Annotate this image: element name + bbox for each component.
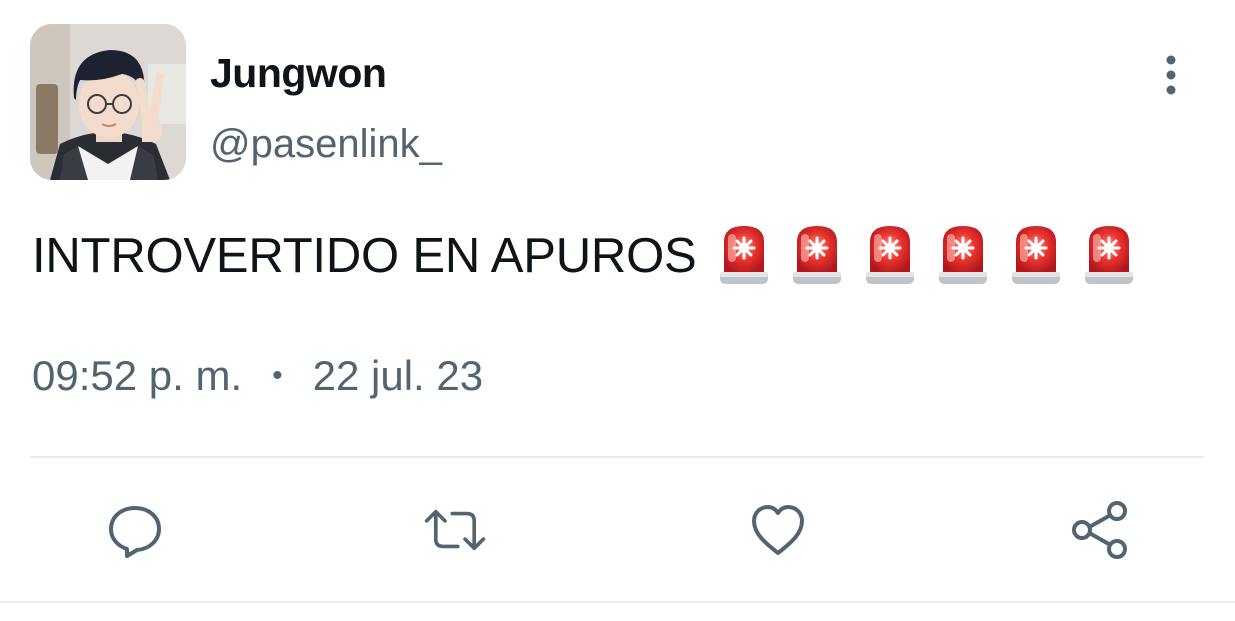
user-handle[interactable]: @pasenlink_ bbox=[210, 122, 442, 167]
siren-emoji bbox=[791, 222, 843, 290]
vertical-dots-icon bbox=[1166, 55, 1176, 95]
display-name[interactable]: Jungwon bbox=[210, 50, 387, 97]
avatar-photo bbox=[30, 24, 186, 180]
tweet-date: 22 jul. 23 bbox=[312, 352, 484, 399]
siren-emoji bbox=[1010, 222, 1062, 290]
share-button[interactable] bbox=[1068, 498, 1132, 562]
speech-bubble-icon bbox=[109, 506, 161, 558]
divider bbox=[30, 456, 1204, 458]
tweet-text: INTROVERTIDO EN APUROS bbox=[32, 222, 1135, 290]
tweet-timestamp: 09:52 p. m. • 22 jul. 23 bbox=[32, 352, 483, 400]
retweet-arrows-icon bbox=[424, 509, 486, 551]
siren-emoji bbox=[937, 222, 989, 290]
share-nodes-icon bbox=[1072, 501, 1127, 559]
tweet-text-content: INTROVERTIDO EN APUROS bbox=[32, 229, 697, 283]
siren-emoji bbox=[1083, 222, 1135, 290]
siren-emoji bbox=[864, 222, 916, 290]
emoji-row bbox=[718, 222, 1135, 290]
avatar[interactable] bbox=[30, 24, 186, 180]
reply-button[interactable] bbox=[103, 498, 167, 562]
retweet-button[interactable] bbox=[423, 498, 487, 562]
meta-separator: • bbox=[272, 359, 283, 392]
bottom-divider bbox=[0, 601, 1235, 603]
more-options-button[interactable] bbox=[1146, 50, 1196, 100]
tweet-card: Jungwon @pasenlink_ INTROVERTIDO EN APUR… bbox=[0, 0, 1235, 621]
tweet-time: 09:52 p. m. bbox=[32, 352, 243, 399]
siren-emoji bbox=[718, 222, 770, 290]
heart-icon bbox=[752, 505, 804, 555]
like-button[interactable] bbox=[746, 498, 810, 562]
